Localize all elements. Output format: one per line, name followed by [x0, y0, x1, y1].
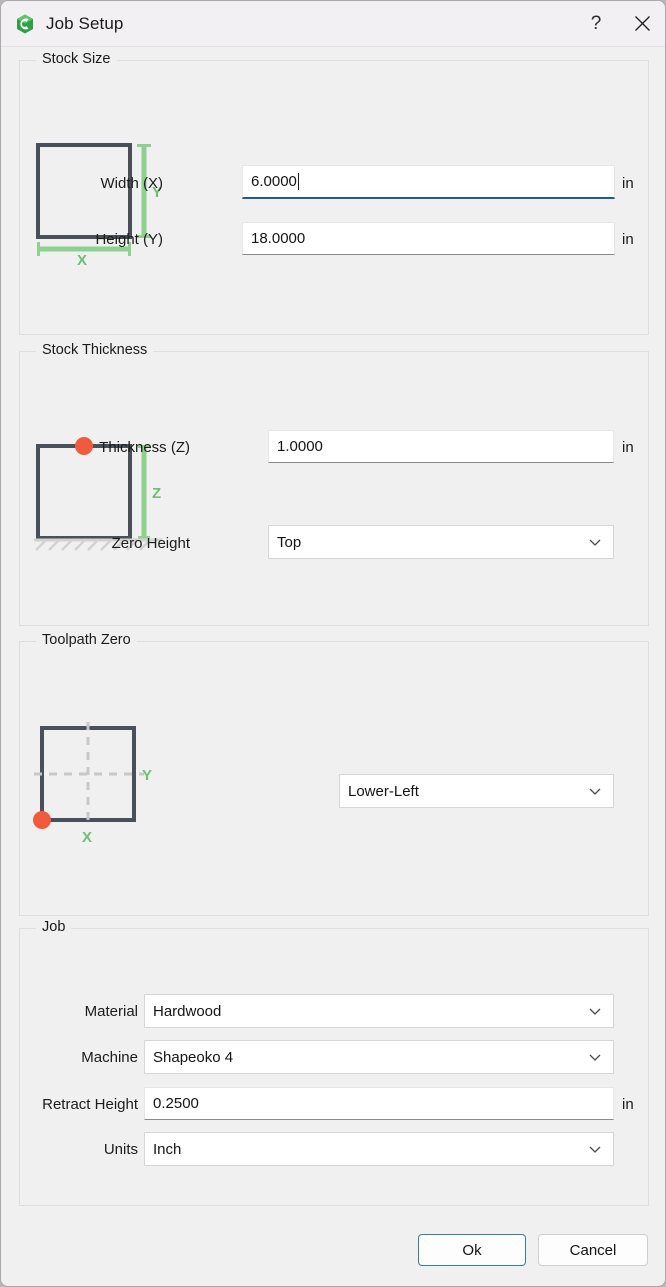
- close-icon: [634, 15, 651, 32]
- width-input[interactable]: 6.0000: [242, 165, 615, 199]
- ok-button-label: Ok: [462, 1241, 482, 1259]
- help-icon: ?: [590, 13, 602, 34]
- material-label: Material: [84, 1003, 138, 1020]
- height-label: Height (Y): [95, 231, 163, 248]
- stock-size-legend: Stock Size: [36, 51, 117, 67]
- text-cursor: [297, 173, 299, 190]
- cancel-button[interactable]: Cancel: [538, 1234, 648, 1266]
- material-select[interactable]: Hardwood: [144, 994, 614, 1028]
- toolpath-zero-legend: Toolpath Zero: [36, 632, 137, 648]
- chevron-down-icon: [588, 1142, 602, 1156]
- width-input-value: 6.0000: [251, 173, 297, 190]
- carbide-create-logo-icon: [14, 13, 36, 35]
- units-select[interactable]: Inch: [144, 1132, 614, 1166]
- stock-thickness-section: Stock Thickness Z Thickness (Z) 1.0000 i…: [19, 342, 649, 626]
- machine-value: Shapeoko 4: [153, 1048, 234, 1066]
- thickness-input-value: 1.0000: [277, 438, 323, 455]
- thickness-input[interactable]: 1.0000: [268, 430, 614, 463]
- zero-height-value: Top: [277, 533, 302, 551]
- units-value: Inch: [153, 1140, 182, 1158]
- toolpath-zero-section: Toolpath Zero Y X Lower-Left: [19, 632, 649, 916]
- thickness-label: Thickness (Z): [99, 439, 190, 456]
- chevron-down-icon: [588, 535, 602, 549]
- cancel-button-label: Cancel: [569, 1241, 617, 1259]
- retract-height-unit-label: in: [622, 1096, 634, 1113]
- help-button[interactable]: ?: [573, 2, 619, 46]
- chevron-down-icon: [588, 1004, 602, 1018]
- close-button[interactable]: [619, 2, 665, 46]
- svg-text:X: X: [77, 252, 87, 266]
- height-unit-label: in: [622, 231, 634, 248]
- width-label: Width (X): [100, 175, 163, 192]
- svg-text:Z: Z: [152, 485, 161, 502]
- thickness-unit-label: in: [622, 439, 634, 456]
- height-input-value: 18.0000: [251, 230, 306, 247]
- machine-label: Machine: [81, 1049, 138, 1066]
- toolpath-zero-value: Lower-Left: [348, 782, 419, 800]
- job-legend: Job: [36, 919, 72, 935]
- window-title: Job Setup: [46, 13, 124, 33]
- stock-size-section: Stock Size Y X Width (X) 6.0000 in Heigh…: [19, 51, 649, 335]
- job-setup-dialog: Job Setup ? Stock Size Y X Width (X) 6.0…: [0, 0, 666, 1287]
- retract-height-input[interactable]: 0.2500: [144, 1087, 614, 1120]
- stock-thickness-legend: Stock Thickness: [36, 342, 154, 358]
- zero-height-label: Zero Height: [111, 535, 190, 552]
- job-section: Job Material Hardwood Machine Shapeoko 4…: [19, 919, 649, 1206]
- chevron-down-icon: [588, 1050, 602, 1064]
- stock-size-diagram: Y X: [34, 141, 164, 271]
- width-unit-label: in: [622, 175, 634, 192]
- height-input[interactable]: 18.0000: [242, 222, 615, 255]
- chevron-down-icon: [588, 784, 602, 798]
- material-value: Hardwood: [153, 1002, 222, 1020]
- toolpath-zero-select[interactable]: Lower-Left: [339, 774, 614, 808]
- title-bar: Job Setup ?: [1, 1, 665, 47]
- zero-height-select[interactable]: Top: [268, 525, 614, 559]
- toolpath-zero-diagram: Y X: [32, 722, 167, 852]
- retract-height-label: Retract Height: [42, 1096, 138, 1113]
- machine-select[interactable]: Shapeoko 4: [144, 1040, 614, 1074]
- ok-button[interactable]: Ok: [418, 1234, 526, 1266]
- units-label: Units: [103, 1141, 138, 1158]
- svg-text:Y: Y: [142, 767, 152, 784]
- retract-height-value: 0.2500: [153, 1095, 199, 1112]
- svg-text:X: X: [82, 829, 92, 846]
